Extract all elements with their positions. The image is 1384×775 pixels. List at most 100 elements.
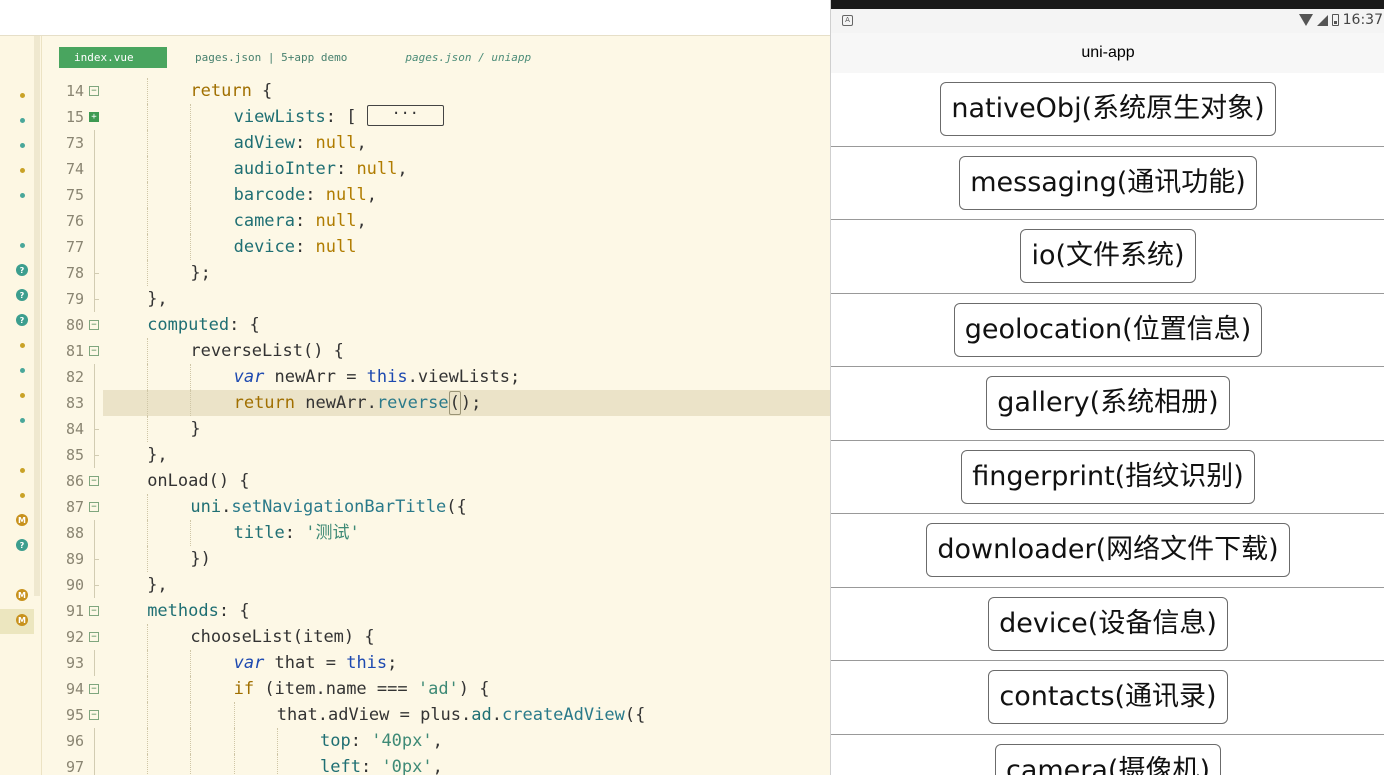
api-button[interactable]: fingerprint(指纹识别) xyxy=(961,449,1255,504)
collapse-fold-icon[interactable]: − xyxy=(89,710,99,720)
collapse-fold-icon[interactable]: − xyxy=(89,476,99,486)
code-text: title: '测试' xyxy=(233,523,360,543)
code-line[interactable]: 74 audioInter: null, xyxy=(0,156,830,182)
code-line[interactable]: 85}, xyxy=(0,442,830,468)
code-line[interactable]: 77 device: null xyxy=(0,234,830,260)
collapse-fold-icon[interactable]: − xyxy=(89,606,99,616)
list-item: messaging(通讯功能) xyxy=(831,147,1384,220)
device-frame-strip xyxy=(831,0,1384,9)
line-number: 87 xyxy=(65,498,84,516)
fold-end-tick xyxy=(94,585,99,586)
tab-index-vue[interactable]: index.vue xyxy=(59,47,167,68)
tab-pages-json-5plusapp[interactable]: pages.json | 5+app demo xyxy=(195,51,347,64)
code-line[interactable]: 84} xyxy=(0,416,830,442)
indent-guide xyxy=(147,208,149,234)
code-line[interactable]: 79}, xyxy=(0,286,830,312)
code-line[interactable]: 82 var newArr = this.viewLists; xyxy=(0,364,830,390)
list-item: contacts(通讯录) xyxy=(831,661,1384,735)
code-text: device: null xyxy=(233,237,357,257)
code-line[interactable]: 86− onLoad() { xyxy=(0,468,830,494)
code-line[interactable]: 95− that.adView = plus.ad.createAdView({ xyxy=(0,702,830,728)
code-text: }, xyxy=(147,445,168,465)
api-button[interactable]: device(设备信息) xyxy=(988,596,1228,651)
fold-guide xyxy=(94,130,95,156)
list-item: downloader(网络文件下载) xyxy=(831,514,1384,588)
api-button[interactable]: io(文件系统) xyxy=(1020,229,1196,284)
list-item: camera(摄像机) xyxy=(831,735,1384,775)
collapse-fold-icon[interactable]: − xyxy=(89,632,99,642)
code-text: }; xyxy=(190,263,211,283)
editor-tabs: index.vue pages.json | 5+app demo pages.… xyxy=(59,47,531,68)
code-text: var newArr = this.viewLists; xyxy=(233,367,521,387)
code-line[interactable]: 14− return { xyxy=(0,78,830,104)
code-line[interactable]: 91− methods: { xyxy=(0,598,830,624)
api-button[interactable]: messaging(通讯功能) xyxy=(959,155,1257,210)
api-button[interactable]: camera(摄像机) xyxy=(994,744,1222,775)
expand-fold-icon[interactable]: + xyxy=(89,112,99,122)
collapse-fold-icon[interactable]: − xyxy=(89,346,99,356)
code-line[interactable]: 87− uni.setNavigationBarTitle({ xyxy=(0,494,830,520)
code-line[interactable]: 92− chooseList(item) { xyxy=(0,624,830,650)
battery-icon xyxy=(1331,14,1339,26)
api-button[interactable]: nativeObj(系统原生对象) xyxy=(940,82,1276,137)
indent-guide xyxy=(276,728,278,754)
code-line[interactable]: 83 return newArr.reverse(); xyxy=(0,390,830,416)
code-line[interactable]: 76 camera: null, xyxy=(0,208,830,234)
collapse-fold-icon[interactable]: − xyxy=(89,502,99,512)
code-text: }) xyxy=(190,549,211,569)
collapsed-region-button[interactable]: ··· xyxy=(366,104,444,126)
api-button[interactable]: gallery(系统相册) xyxy=(986,376,1230,431)
line-number: 91 xyxy=(65,602,84,620)
code-line[interactable]: 81− reverseList() { xyxy=(0,338,830,364)
code-line[interactable]: 90}, xyxy=(0,572,830,598)
collapse-fold-icon[interactable]: − xyxy=(89,320,99,330)
indent-guide xyxy=(233,728,235,754)
tab-pages-json-uniapp[interactable]: pages.json / uniapp xyxy=(405,51,531,64)
indent-guide xyxy=(190,208,192,234)
line-number: 75 xyxy=(65,186,84,204)
cell-signal-icon xyxy=(1316,14,1328,26)
code-line[interactable]: 89}) xyxy=(0,546,830,572)
list-item: nativeObj(系统原生对象) xyxy=(831,73,1384,147)
indent-guide xyxy=(190,676,192,702)
api-button[interactable]: downloader(网络文件下载) xyxy=(926,523,1290,578)
code-line[interactable]: 88 title: '测试' xyxy=(0,520,830,546)
api-button[interactable]: geolocation(位置信息) xyxy=(953,302,1263,357)
code-editor[interactable]: ??? M? M M index.vue pages.json | 5+app dem… xyxy=(0,0,830,775)
code-text: top: '40px', xyxy=(320,731,443,751)
code-text: reverseList() { xyxy=(190,341,344,361)
code-line[interactable]: 80− computed: { xyxy=(0,312,830,338)
code-text: adView: null, xyxy=(233,133,367,153)
code-line[interactable]: 96 top: '40px', xyxy=(0,728,830,754)
line-number: 14 xyxy=(65,82,84,100)
code-line[interactable]: 73 adView: null, xyxy=(0,130,830,156)
collapse-fold-icon[interactable]: − xyxy=(89,86,99,96)
fold-guide xyxy=(94,234,95,260)
nav-title: uni-app xyxy=(1081,44,1135,61)
indent-guide xyxy=(147,754,149,775)
line-number: 90 xyxy=(65,576,84,594)
status-time: 16:37 xyxy=(1342,12,1383,28)
collapse-fold-icon[interactable]: − xyxy=(89,684,99,694)
code-text: return { xyxy=(190,81,273,101)
indent-guide xyxy=(190,104,192,130)
indent-guide xyxy=(147,156,149,182)
code-text: onLoad() { xyxy=(147,471,250,491)
line-number: 94 xyxy=(65,680,84,698)
code-text: }, xyxy=(147,575,168,595)
code-text: audioInter: null, xyxy=(233,159,408,179)
indent-guide xyxy=(147,494,149,520)
line-number: 79 xyxy=(65,290,84,308)
code-line[interactable]: 93 var that = this; xyxy=(0,650,830,676)
code-line[interactable]: 78}; xyxy=(0,260,830,286)
line-number: 84 xyxy=(65,420,84,438)
bracket-match: ( xyxy=(448,391,461,415)
code-line[interactable]: 15 + viewLists: [ ··· xyxy=(0,104,830,130)
indent-guide xyxy=(276,754,278,775)
api-button[interactable]: contacts(通讯录) xyxy=(988,670,1228,725)
fold-end-tick xyxy=(94,299,99,300)
code-line[interactable]: 97 left: '0px', xyxy=(0,754,830,775)
code-line[interactable]: 75 barcode: null, xyxy=(0,182,830,208)
list-item: fingerprint(指纹识别) xyxy=(831,441,1384,514)
code-line[interactable]: 94− if (item.name === 'ad') { xyxy=(0,676,830,702)
